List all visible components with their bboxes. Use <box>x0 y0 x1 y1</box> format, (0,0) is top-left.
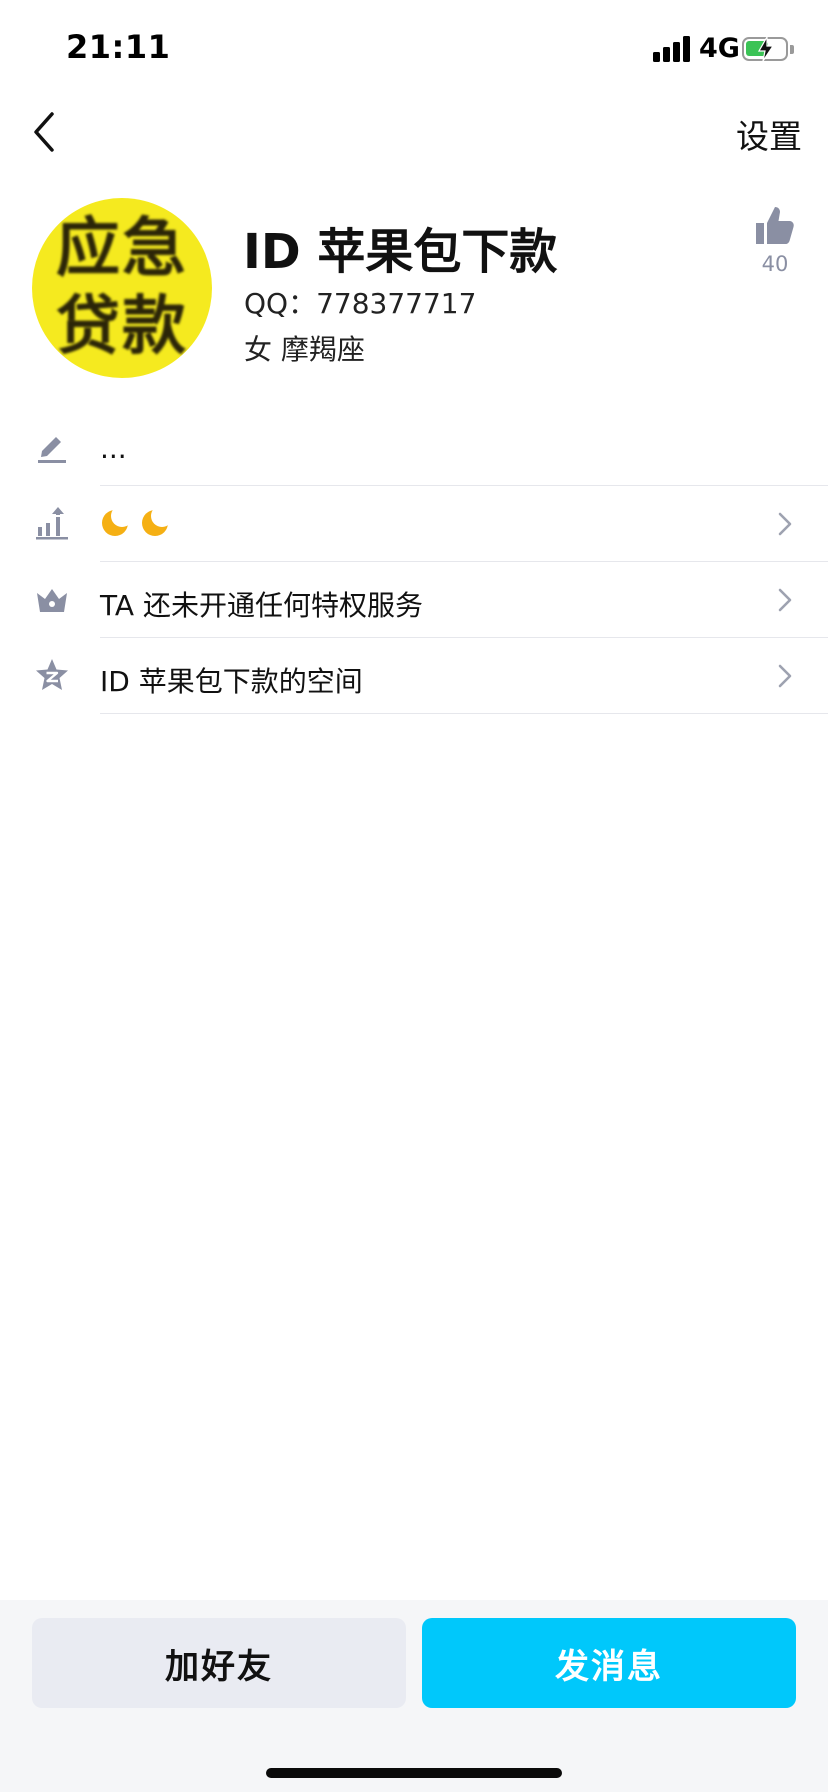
back-button[interactable] <box>26 108 66 156</box>
send-message-button[interactable]: 发消息 <box>422 1618 796 1708</box>
moon-level-icon <box>102 510 128 536</box>
chevron-right-icon <box>778 512 792 536</box>
qzone-row[interactable]: ID 苹果包下款的空间 <box>0 638 828 714</box>
thumbs-up-icon <box>756 207 794 244</box>
vip-status-text: TA 还未开通任何特权服务 <box>100 589 423 622</box>
gender-zodiac: 女 摩羯座 <box>244 333 365 366</box>
divider <box>100 713 828 714</box>
network-type: 4G <box>699 33 740 64</box>
chevron-right-icon <box>778 664 792 688</box>
qq-number: QQ：778377717 <box>244 287 477 320</box>
status-time: 21:11 <box>66 28 171 66</box>
bottom-action-bar: 加好友 发消息 <box>0 1600 828 1792</box>
profile-detail-list: ... TA 还未开通任何特权服务 ID 苹果包下款的空间 <box>0 410 828 714</box>
qzone-text: ID 苹果包下款的空间 <box>100 665 363 698</box>
chevron-right-icon <box>778 588 792 612</box>
signature-text: ... <box>100 432 127 465</box>
signal-icon <box>653 36 691 62</box>
avatar-text-line-2: 贷款 <box>56 290 188 364</box>
like-count: 40 <box>761 252 789 276</box>
level-badges <box>100 506 172 542</box>
like-button[interactable]: 40 <box>750 204 800 280</box>
vip-row[interactable]: TA 还未开通任何特权服务 <box>0 562 828 638</box>
qzone-star-icon <box>36 659 68 690</box>
level-up-icon <box>36 507 68 540</box>
edit-pencil-icon <box>38 437 66 463</box>
nickname: ID 苹果包下款 <box>243 224 558 280</box>
home-indicator[interactable] <box>266 1768 562 1778</box>
battery-cap <box>790 45 794 54</box>
avatar-text-line-1: 应急 <box>56 212 188 286</box>
charging-bolt-icon <box>757 36 775 62</box>
profile-screen: 21:11 4G 设置 应急 贷款 ID 苹果包下款 QQ：778377717 … <box>0 0 828 1792</box>
add-friend-button[interactable]: 加好友 <box>32 1618 406 1708</box>
settings-button[interactable]: 设置 <box>736 110 802 158</box>
vip-crown-icon <box>37 589 67 612</box>
level-row[interactable] <box>0 486 828 562</box>
moon-level-icon <box>142 510 168 536</box>
signature-row[interactable]: ... <box>0 410 828 486</box>
status-bar: 21:11 4G <box>0 0 828 96</box>
avatar[interactable]: 应急 贷款 <box>32 198 212 378</box>
